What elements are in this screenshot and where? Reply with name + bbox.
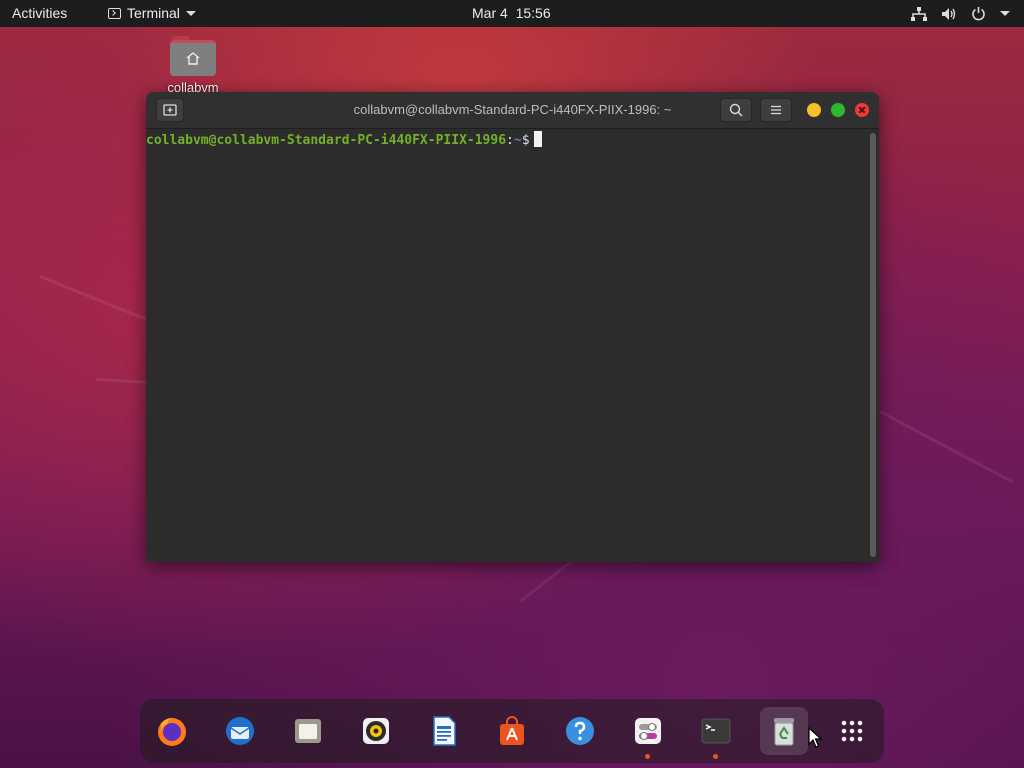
prompt-symbol: $ <box>521 133 530 148</box>
dock-item-software[interactable] <box>488 707 536 755</box>
new-tab-icon <box>163 104 177 116</box>
terminal-icon <box>701 718 731 744</box>
chevron-down-icon <box>1000 11 1010 16</box>
network-icon <box>911 6 927 21</box>
volume-icon <box>942 7 956 20</box>
dock-item-rhythmbox[interactable] <box>352 707 400 755</box>
prompt-user-host: collabvm@collabvm-Standard-PC-i440FX-PII… <box>146 133 507 148</box>
mouse-pointer-icon <box>808 727 822 748</box>
text-cursor <box>533 131 542 147</box>
firefox-icon <box>158 718 186 746</box>
search-button[interactable] <box>720 98 752 122</box>
desktop-icon-home[interactable]: collabvm <box>162 36 224 95</box>
prompt-path: ~ <box>513 133 522 148</box>
close-button[interactable] <box>855 103 869 117</box>
system-tray[interactable] <box>911 0 1010 27</box>
window-header[interactable]: collabvm@collabvm-Standard-PC-i440FX-PII… <box>146 92 879 129</box>
writer-icon <box>433 716 456 746</box>
clock[interactable]: Mar 4 15:56 <box>472 0 551 27</box>
wallpaper-streak <box>39 275 162 327</box>
home-folder-icon <box>170 36 216 76</box>
rhythmbox-icon <box>363 718 389 744</box>
minimize-button[interactable] <box>807 103 821 117</box>
terminal-window[interactable]: collabvm@collabvm-Standard-PC-i440FX-PII… <box>146 92 879 562</box>
prompt-separator: : <box>506 133 514 148</box>
scrollbar[interactable] <box>870 133 876 557</box>
terminal-body[interactable]: collabvm@collabvm-Standard-PC-i440FX-PII… <box>146 129 879 562</box>
top-bar: Activities Terminal Mar 4 15:56 <box>0 0 1024 27</box>
app-menu[interactable]: Terminal <box>108 0 196 27</box>
software-icon <box>500 716 524 745</box>
running-indicator <box>645 754 650 759</box>
search-icon <box>729 103 743 117</box>
dock-item-thunderbird[interactable] <box>216 707 264 755</box>
app-menu-label: Terminal <box>127 5 180 21</box>
help-icon <box>566 717 594 745</box>
dock-item-terminal[interactable] <box>692 707 740 759</box>
show-applications-button[interactable] <box>828 707 876 755</box>
dock <box>140 699 884 763</box>
chevron-down-icon <box>185 11 196 16</box>
dock-item-files[interactable] <box>284 707 332 755</box>
trash-icon <box>774 718 794 746</box>
hamburger-icon <box>771 105 781 115</box>
dock-item-trash[interactable] <box>760 707 808 755</box>
dock-item-settings[interactable] <box>624 707 672 759</box>
power-icon <box>972 7 985 21</box>
prompt-line: collabvm@collabvm-Standard-PC-i440FX-PII… <box>146 131 542 150</box>
settings-icon <box>635 718 661 744</box>
app-grid-icon <box>841 720 863 742</box>
dock-item-help[interactable] <box>556 707 604 755</box>
new-tab-button[interactable] <box>156 98 184 122</box>
wallpaper-streak <box>879 410 1014 484</box>
dock-item-firefox[interactable] <box>148 707 196 755</box>
hamburger-menu-button[interactable] <box>760 98 792 122</box>
running-indicator <box>713 754 718 759</box>
maximize-button[interactable] <box>831 103 845 117</box>
dock-item-writer[interactable] <box>420 707 468 755</box>
activities-button[interactable]: Activities <box>12 0 67 27</box>
thunderbird-icon <box>226 717 254 745</box>
terminal-icon <box>108 8 121 19</box>
files-icon <box>295 719 321 743</box>
